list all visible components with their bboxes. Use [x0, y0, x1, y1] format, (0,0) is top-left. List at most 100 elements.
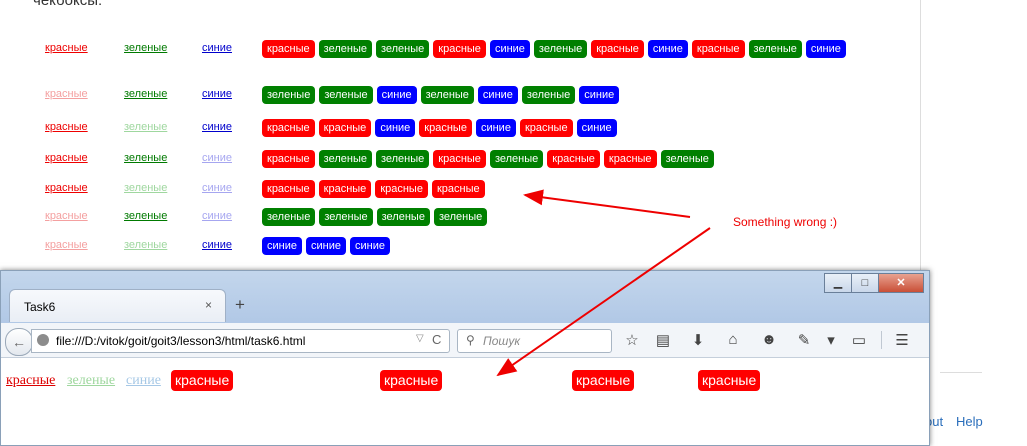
tag-badge-green: зеленые — [376, 208, 430, 226]
browser-titlebar: Task6 × + ▁ □ ✕ — [1, 271, 929, 323]
minimize-button[interactable]: ▁ — [824, 273, 852, 293]
viewport-filter-red[interactable]: красные — [6, 373, 55, 389]
filter-link-red[interactable]: красные — [45, 152, 88, 164]
browser-viewport: красные зеленые синие красные красные кр… — [1, 358, 929, 445]
footer-divider — [940, 372, 982, 373]
new-tab-button[interactable]: + — [235, 295, 245, 315]
tag-badge-blue: синие — [349, 237, 390, 255]
tag-badge-red: красные — [419, 119, 472, 137]
filter-link-green[interactable]: зеленые — [124, 182, 167, 194]
tag-badge-blue: синие — [376, 86, 417, 104]
tag-badge-red: красные — [433, 40, 486, 58]
tab-close-icon[interactable]: × — [205, 298, 212, 312]
tag-badge-red: красные — [603, 150, 657, 168]
filter-link-red[interactable]: красные — [45, 182, 88, 194]
filter-link-blue[interactable]: синие — [202, 121, 232, 133]
tab-title: Task6 — [24, 300, 56, 314]
tag-badge-green: зеленые — [319, 86, 373, 104]
tag-badge-red: красные — [375, 180, 428, 198]
tag-badge-green: зеленые — [375, 40, 430, 58]
filter-link-red[interactable]: красные — [45, 88, 88, 100]
tag-badge-blue: синие — [477, 86, 518, 104]
ruler-icon[interactable]: ▭ — [850, 331, 868, 349]
tag-badge-blue: синие — [579, 86, 620, 104]
filter-link-blue[interactable]: синие — [202, 152, 232, 164]
tag-badge-red: красные — [519, 119, 573, 137]
tag-badge-green: зеленые — [533, 40, 588, 58]
section-heading: чекбоксы: — [33, 0, 103, 9]
tag-badge-red: красные — [591, 40, 644, 58]
tag-badge-red: красные — [262, 119, 315, 137]
browser-tab[interactable]: Task6 × — [9, 289, 226, 322]
filter-link-blue[interactable]: синие — [202, 182, 232, 194]
filter-link-green[interactable]: зеленые — [124, 239, 167, 251]
downloads-icon[interactable]: ⬇ — [689, 331, 707, 349]
viewport-filter-green[interactable]: зеленые — [67, 373, 115, 389]
bookmarks-menu-icon[interactable]: ▤ — [654, 331, 672, 349]
history-dropdown-icon[interactable]: ▽ — [416, 333, 424, 344]
tag-list: красные красные синие красные синие красные си… — [262, 119, 621, 137]
search-icon: ⚲ — [466, 333, 475, 347]
tag-badge-blue: синие — [305, 237, 346, 255]
annotation-text: Something wrong :) — [733, 215, 838, 229]
tag-list: зеленые зеленые зеленые зеленые — [262, 208, 491, 226]
filter-link-red[interactable]: красные — [45, 121, 88, 133]
tag-badge-red: красные — [262, 180, 315, 198]
viewport-tag: красные — [171, 370, 234, 391]
tag-badge-blue: синие — [647, 40, 688, 58]
filter-link-red[interactable]: красные — [45, 239, 88, 251]
filter-link-green[interactable]: зеленые — [124, 42, 167, 54]
url-text[interactable]: file:///D:/vitok/goit/goit3/lesson3/html… — [56, 334, 305, 348]
globe-icon — [37, 334, 49, 346]
tag-badge-red: красные — [318, 119, 372, 137]
filter-link-green[interactable]: зеленые — [124, 88, 167, 100]
bookmark-star-icon[interactable]: ☆ — [623, 331, 641, 349]
viewport-tag: красные — [698, 370, 761, 391]
home-icon[interactable]: ⌂ — [724, 331, 742, 348]
tag-badge-green: зеленые — [489, 150, 544, 168]
viewport-tag: красные — [380, 370, 443, 391]
viewport-tag: красные — [572, 370, 635, 391]
search-placeholder: Пошук — [483, 334, 520, 348]
tag-badge-green: зеленые — [262, 86, 316, 104]
filter-link-red[interactable]: красные — [45, 210, 88, 222]
tag-badge-green: зеленые — [433, 208, 488, 226]
close-window-button[interactable]: ✕ — [878, 273, 924, 293]
search-input[interactable]: ⚲ Пошук — [457, 329, 612, 353]
filter-link-red[interactable]: красные — [45, 42, 88, 54]
menu-icon[interactable]: ☰ — [893, 331, 911, 349]
tag-badge-green: зеленые — [375, 150, 430, 168]
browser-window: Task6 × + ▁ □ ✕ ← file:///D:/vitok/goit/go… — [0, 270, 930, 446]
tag-badge-blue: синие — [805, 40, 846, 58]
tag-badge-green: зеленые — [748, 40, 802, 58]
tag-badge-red: красные — [262, 40, 315, 58]
filter-link-blue[interactable]: синие — [202, 239, 232, 251]
chat-icon[interactable]: ☻ — [760, 331, 778, 348]
extension-dropdown-icon[interactable]: ▾ — [822, 331, 840, 349]
filter-link-green[interactable]: зеленые — [124, 121, 167, 133]
reload-icon[interactable]: C — [432, 332, 441, 347]
filter-link-green[interactable]: зеленые — [124, 210, 167, 222]
maximize-button[interactable]: □ — [851, 273, 879, 293]
address-bar[interactable]: file:///D:/vitok/goit/goit3/lesson3/html… — [31, 329, 450, 353]
tag-badge-blue: синие — [262, 237, 302, 255]
tag-list: красные зеленые зеленые красные зеленые красн… — [262, 150, 718, 168]
tag-badge-blue: синие — [489, 40, 530, 58]
tag-badge-green: зеленые — [660, 150, 714, 168]
viewport-filter-blue[interactable]: синие — [126, 373, 161, 389]
tag-badge-green: зеленые — [319, 208, 373, 226]
tag-badge-red: красные — [262, 150, 315, 168]
filter-link-green[interactable]: зеленые — [124, 152, 167, 164]
extension-icon[interactable]: ✎ — [795, 331, 813, 349]
tag-badge-red: красные — [431, 180, 485, 198]
content-divider — [920, 0, 921, 275]
footer-link-help[interactable]: Help — [956, 414, 983, 429]
back-button[interactable]: ← — [5, 328, 33, 356]
toolbar-separator — [881, 331, 882, 349]
filter-link-blue[interactable]: синие — [202, 210, 232, 222]
tag-badge-blue: синие — [375, 119, 416, 137]
filter-link-blue[interactable]: синие — [202, 88, 232, 100]
filter-link-blue[interactable]: синие — [202, 42, 232, 54]
tag-badge-green: зеленые — [521, 86, 576, 104]
tag-badge-red: красные — [691, 40, 745, 58]
